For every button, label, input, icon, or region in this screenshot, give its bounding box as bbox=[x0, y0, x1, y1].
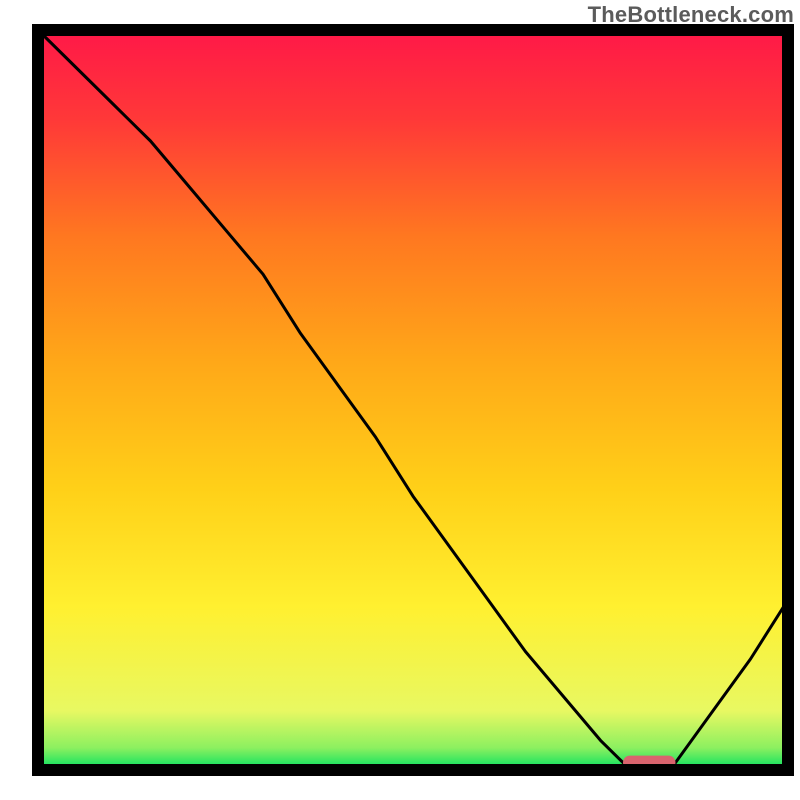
watermark-text: TheBottleneck.com bbox=[588, 2, 794, 28]
chart-container: TheBottleneck.com bbox=[0, 0, 800, 800]
bottleneck-chart bbox=[0, 0, 800, 800]
